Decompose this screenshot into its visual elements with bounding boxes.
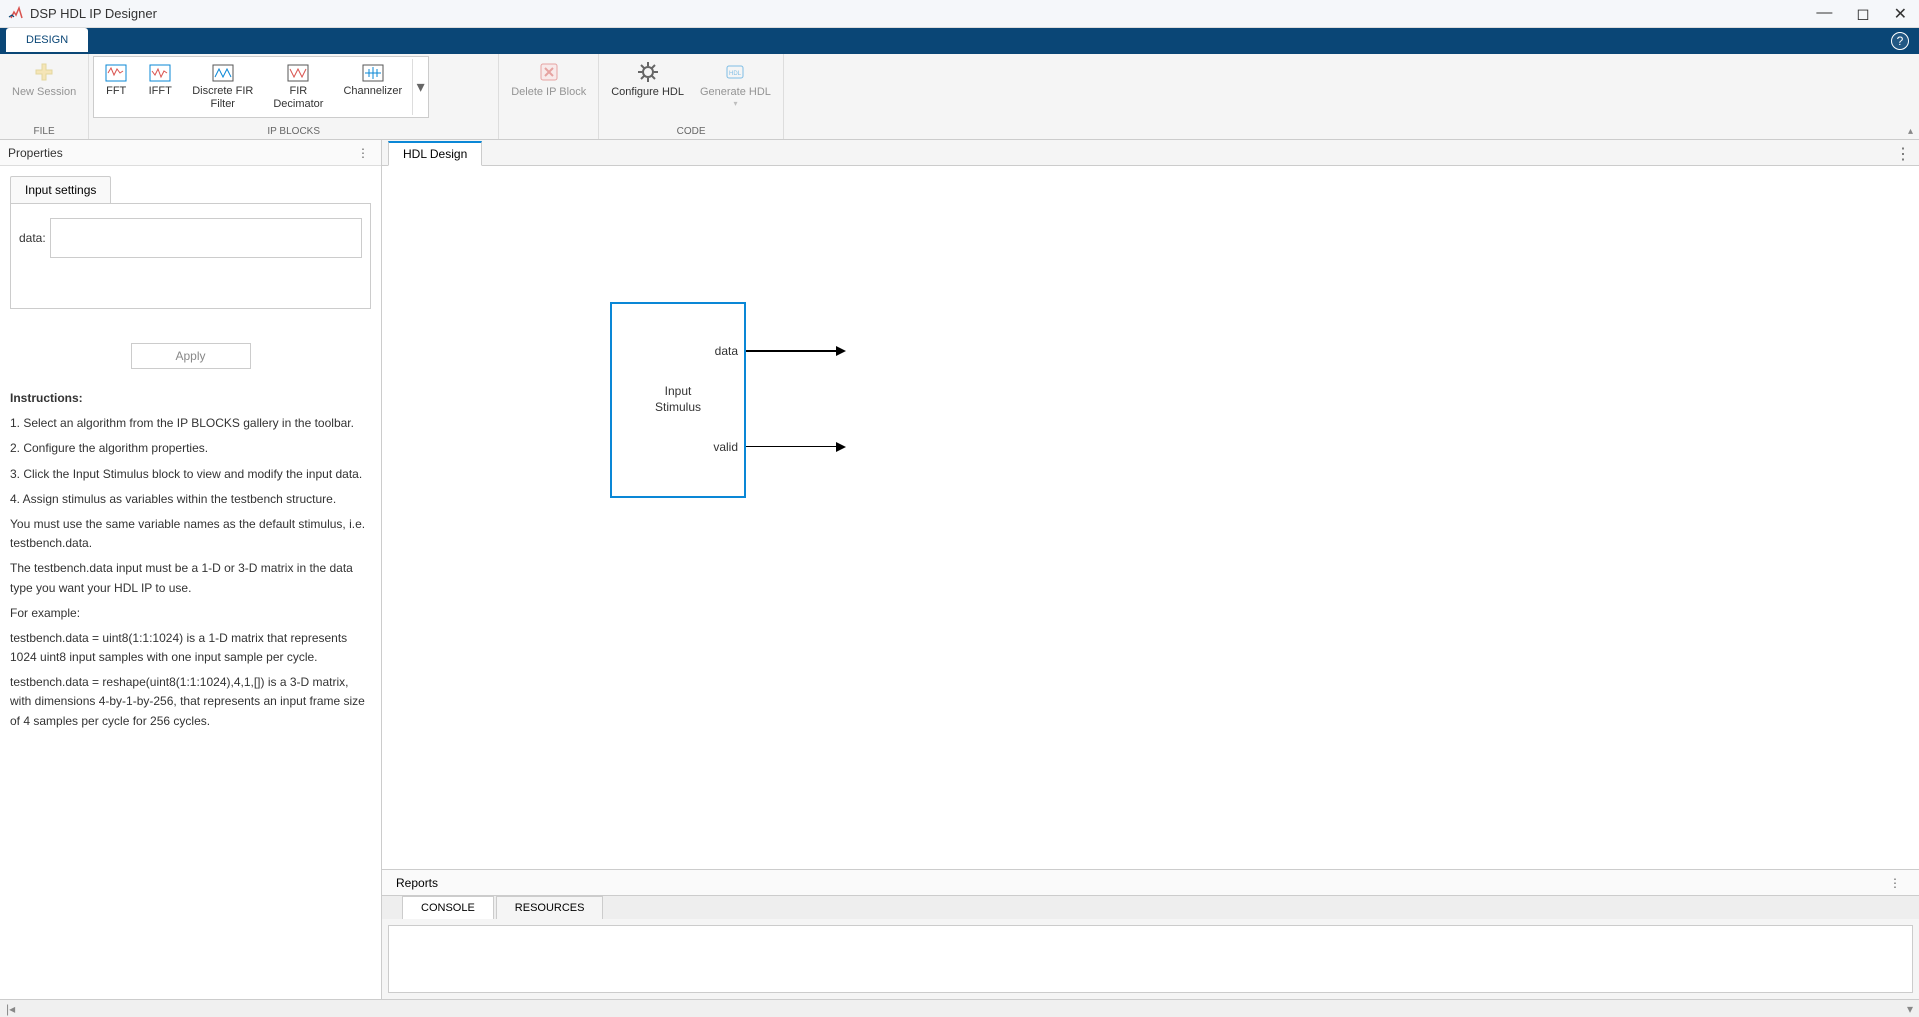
console-output xyxy=(388,925,1913,993)
properties-menu-icon[interactable]: ⋮ xyxy=(353,146,373,160)
ribbon: New Session FILE FFT IFFT Discrete FIR F… xyxy=(0,54,1919,140)
gallery-channelizer[interactable]: Channelizer xyxy=(333,59,412,102)
gallery-decimator[interactable]: FIR Decimator xyxy=(263,59,333,115)
titlebar-title: DSP HDL IP Designer xyxy=(30,6,1816,21)
tab-design[interactable]: DESIGN xyxy=(6,28,88,52)
maximize-button[interactable]: ◻ xyxy=(1856,4,1869,24)
block-title: Input Stimulus xyxy=(612,384,744,415)
gear-icon xyxy=(636,60,660,84)
tab-console[interactable]: CONSOLE xyxy=(402,896,494,919)
matlab-icon xyxy=(8,6,24,22)
status-left-icon[interactable]: |◂ xyxy=(6,1002,15,1016)
decimator-icon xyxy=(286,63,310,83)
arrow-valid xyxy=(746,446,836,447)
ribbon-group-ipblocks: FFT IFFT Discrete FIR Filter FIR Decimat… xyxy=(89,54,499,139)
data-input[interactable] xyxy=(50,218,362,258)
fft-icon xyxy=(104,63,128,83)
arrow-data-head xyxy=(836,346,846,356)
configure-hdl-button[interactable]: Configure HDL xyxy=(603,56,692,103)
tab-resources[interactable]: RESOURCES xyxy=(496,896,604,919)
port-valid: valid xyxy=(713,440,738,454)
generate-hdl-button: HDL Generate HDL ▾ xyxy=(692,56,779,112)
ribbon-group-delete: Delete IP Block xyxy=(499,54,599,139)
instructions-heading: Instructions: xyxy=(10,389,371,408)
arrow-valid-head xyxy=(836,442,846,452)
arrow-data xyxy=(746,350,836,352)
design-canvas[interactable]: Input Stimulus data valid xyxy=(382,166,1919,869)
properties-box: data: xyxy=(10,203,371,309)
chevron-down-icon: ▾ xyxy=(733,99,737,108)
ribbon-tabstrip: DESIGN ? xyxy=(0,28,1919,54)
properties-header: Properties ⋮ xyxy=(0,140,381,166)
ribbon-group-code: Configure HDL HDL Generate HDL ▾ CODE xyxy=(599,54,784,139)
hdl-icon: HDL xyxy=(723,60,747,84)
ifft-icon xyxy=(148,63,172,83)
plus-icon xyxy=(32,60,56,84)
reports-menu-icon[interactable]: ⋮ xyxy=(1885,876,1905,890)
delete-icon xyxy=(537,60,561,84)
new-session-button: New Session xyxy=(4,56,84,103)
design-tabs: HDL Design ⋮ xyxy=(382,140,1919,166)
ribbon-group-file: New Session FILE xyxy=(0,54,89,139)
statusbar: |◂ ▾ xyxy=(0,999,1919,1017)
reports-header: Reports ⋮ xyxy=(382,870,1919,896)
gallery-dropdown[interactable]: ▾ xyxy=(412,59,428,115)
gallery-ifft[interactable]: IFFT xyxy=(138,59,182,102)
help-icon[interactable]: ? xyxy=(1891,32,1909,50)
ipblocks-gallery: FFT IFFT Discrete FIR Filter FIR Decimat… xyxy=(93,56,429,118)
instructions: Instructions: 1. Select an algorithm fro… xyxy=(0,379,381,747)
port-data: data xyxy=(715,344,738,358)
data-field-label: data: xyxy=(19,231,46,245)
delete-ip-button: Delete IP Block xyxy=(503,56,594,103)
design-menu-icon[interactable]: ⋮ xyxy=(1887,140,1919,165)
titlebar: DSP HDL IP Designer — ◻ ✕ xyxy=(0,0,1919,28)
properties-panel: Properties ⋮ Input settings data: Apply … xyxy=(0,140,382,999)
gallery-fir[interactable]: Discrete FIR Filter xyxy=(182,59,263,115)
tab-hdl-design[interactable]: HDL Design xyxy=(388,141,482,166)
tab-input-settings[interactable]: Input settings xyxy=(10,176,111,203)
status-right-icon[interactable]: ▾ xyxy=(1907,1002,1913,1016)
close-button[interactable]: ✕ xyxy=(1894,4,1907,24)
design-panel: HDL Design ⋮ Input Stimulus data valid R… xyxy=(382,140,1919,999)
collapse-ribbon-icon[interactable]: ▴ xyxy=(1902,124,1919,139)
svg-text:HDL: HDL xyxy=(729,71,742,77)
reports-panel: Reports ⋮ CONSOLE RESOURCES xyxy=(382,869,1919,999)
apply-button[interactable]: Apply xyxy=(131,343,251,369)
input-stimulus-block[interactable]: Input Stimulus data valid xyxy=(610,302,746,498)
minimize-button[interactable]: — xyxy=(1816,4,1832,24)
fir-icon xyxy=(211,63,235,83)
channelizer-icon xyxy=(361,63,385,83)
gallery-fft[interactable]: FFT xyxy=(94,59,138,102)
